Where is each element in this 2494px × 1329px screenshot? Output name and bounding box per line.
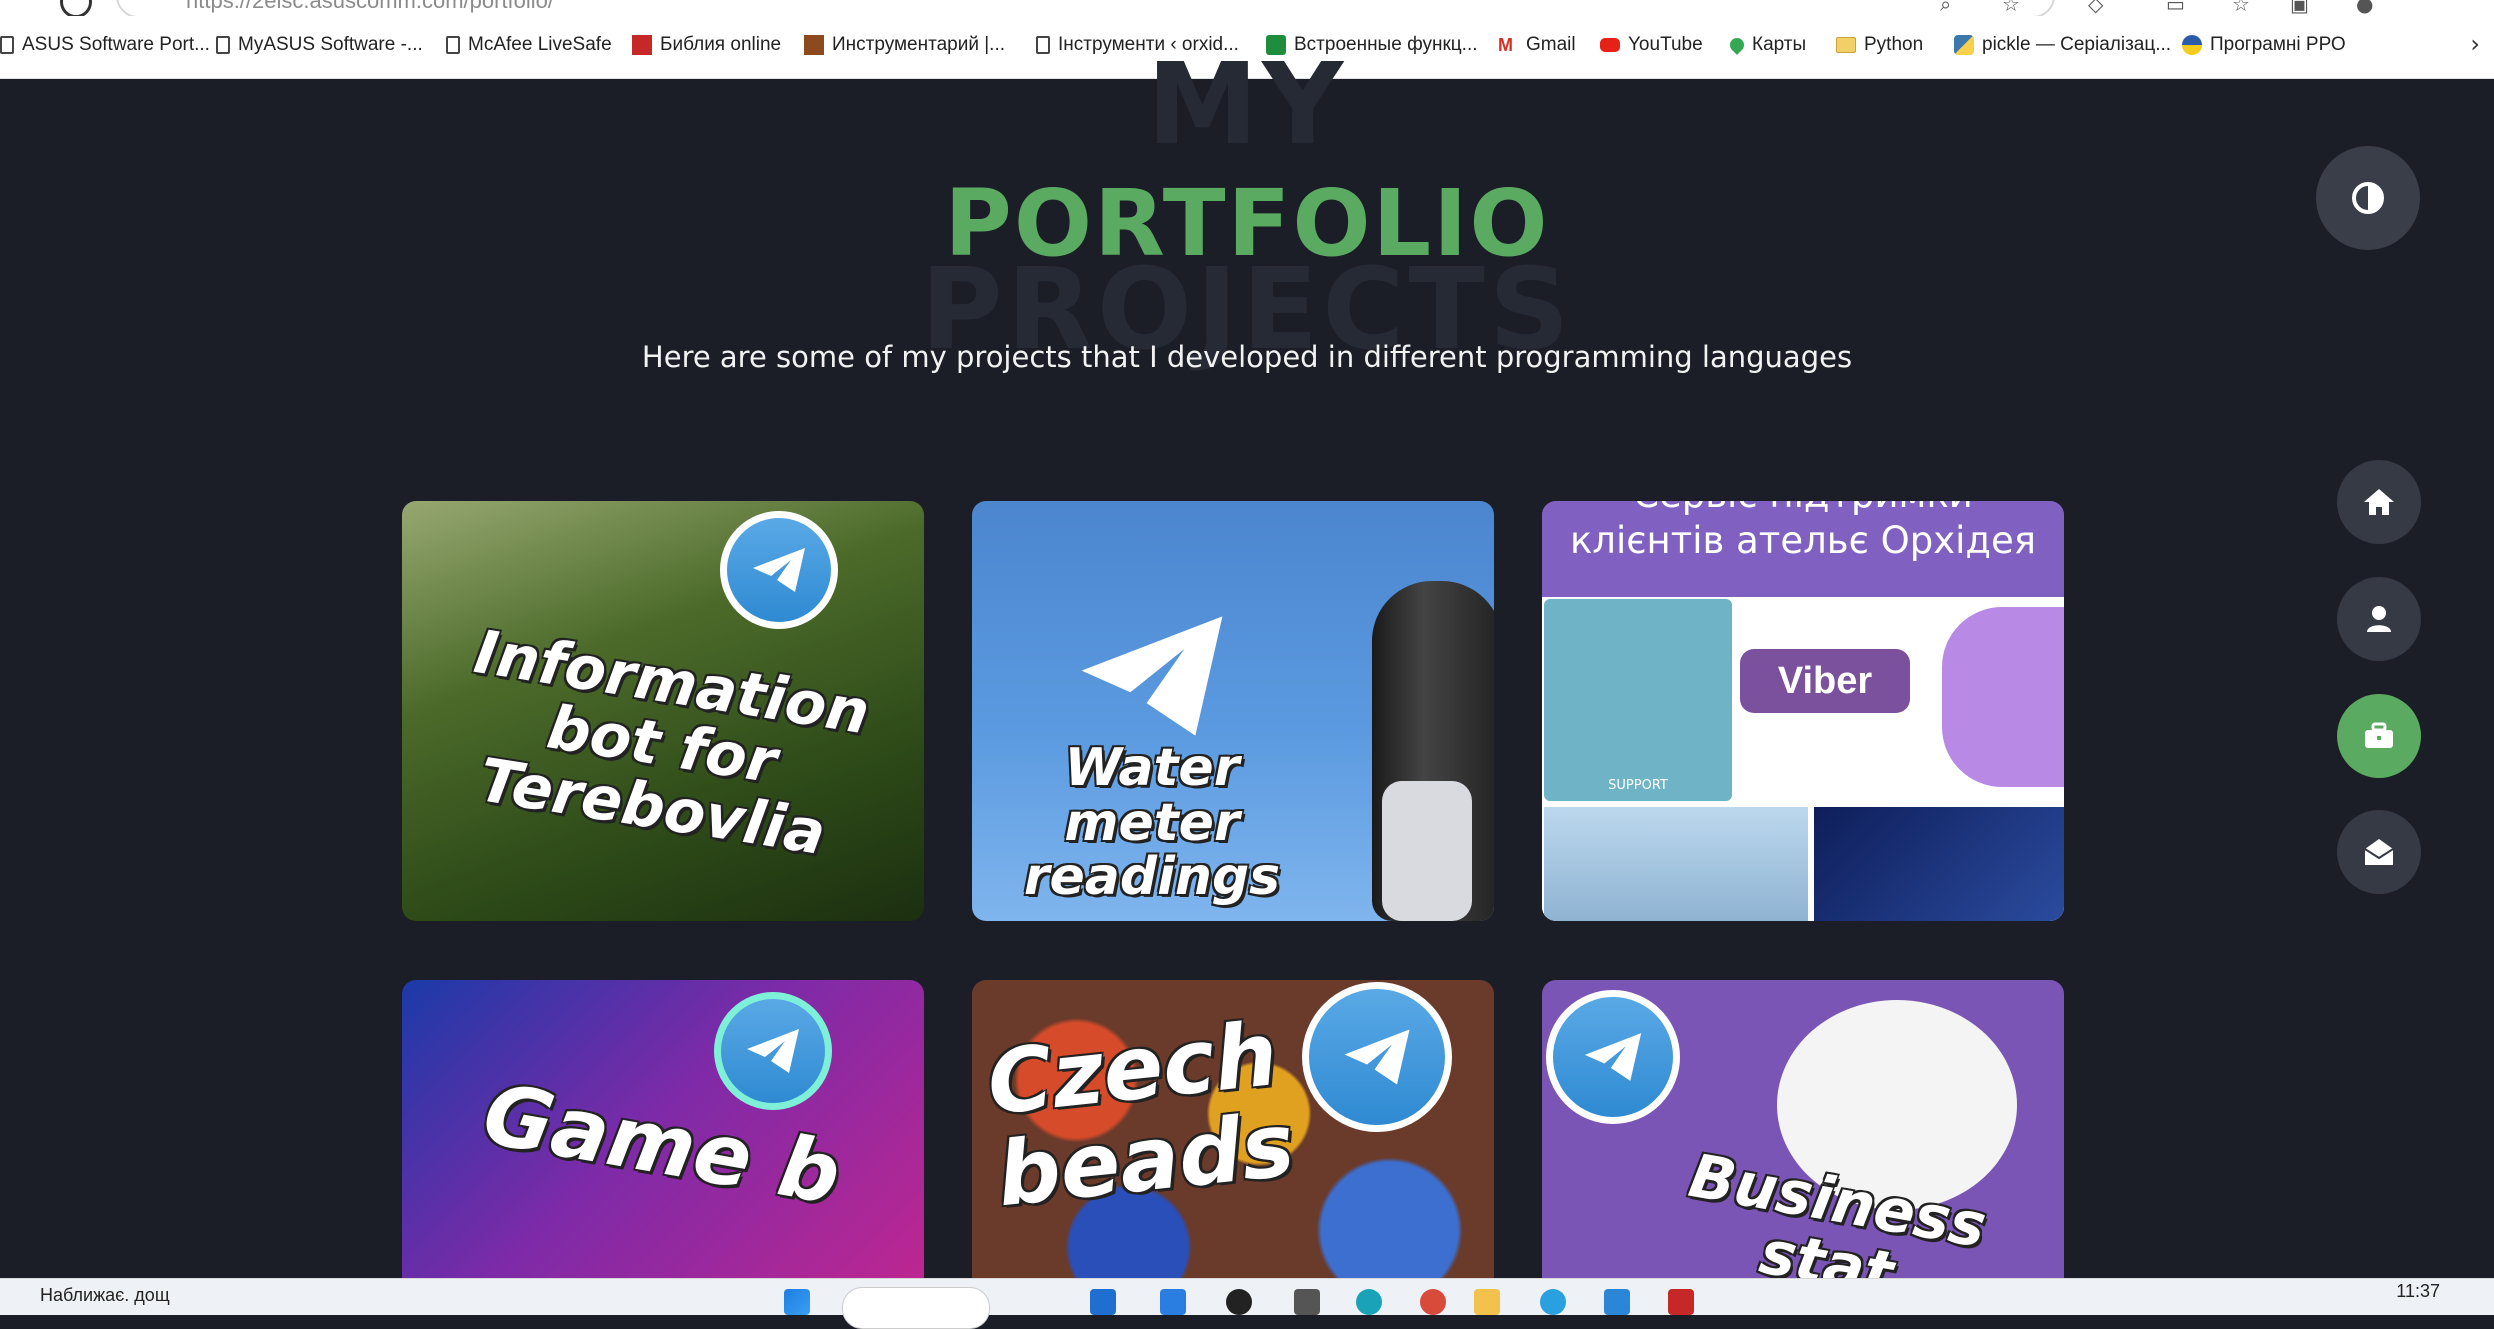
user-icon [2367, 606, 2391, 632]
taskbar-app-icon[interactable] [1090, 1289, 1116, 1315]
clock[interactable]: 11:37 [2396, 1281, 2440, 1302]
weather-widget[interactable]: Наближає. дощ [40, 1285, 170, 1306]
ai-face-image [1814, 807, 2064, 921]
project-card-terebovlia[interactable]: Information bot for Terebovlia [402, 501, 924, 921]
vscode-icon[interactable] [1604, 1289, 1630, 1315]
start-button[interactable] [784, 1289, 810, 1315]
project-title: Water meter readings [1023, 738, 1281, 908]
ghost-heading-top: MY [1146, 40, 1348, 170]
profile-icon[interactable]: ● [2356, 0, 2373, 16]
telegram-icon [720, 511, 838, 629]
nav-home-button[interactable] [2337, 460, 2421, 544]
edge-icon[interactable] [1356, 1289, 1382, 1315]
project-card-game-bot[interactable]: Game b [402, 980, 924, 1314]
taskbar-app-icon[interactable] [1294, 1289, 1320, 1315]
address-bar-area: https://2elsc.asuscomm.com/portfolio/ ⌕ … [0, 0, 2494, 18]
project-title: Czech beads [982, 1001, 1299, 1227]
folder-icon[interactable] [1474, 1289, 1500, 1315]
page-title: PORTFOLIO [944, 170, 1550, 277]
collections-icon[interactable]: ▣ [2290, 0, 2309, 16]
nav-contact-button[interactable] [2337, 810, 2421, 894]
cartoon-face-image [1942, 607, 2064, 787]
telegram-icon [1081, 616, 1223, 736]
telegram-icon [714, 992, 832, 1110]
project-card-czech-beads[interactable]: Czech beads [972, 980, 1494, 1314]
contrast-icon [2352, 182, 2384, 214]
favorites-icon[interactable]: ☆ [2232, 0, 2250, 16]
telegram-icon [1546, 990, 1680, 1124]
project-card-business-stats[interactable]: Business stat [1542, 980, 2064, 1314]
briefcase-icon [2365, 722, 2393, 748]
project-card-water-meter[interactable]: Water meter readings [972, 501, 1494, 921]
home-icon [2364, 489, 2394, 515]
taskbar-search[interactable] [842, 1287, 990, 1329]
telegram-icon[interactable] [1540, 1289, 1566, 1315]
project-card-orchid-support[interactable]: Сервіс підтримки клієнтів ательє Орхідея… [1542, 501, 2064, 921]
taskbar-app-icon[interactable] [1668, 1289, 1694, 1315]
project-title: Game b [476, 1064, 848, 1224]
nav-portfolio-button[interactable] [2337, 694, 2421, 778]
split-screen-icon[interactable]: ▭ [2166, 0, 2185, 16]
taskbar-app-icon[interactable] [1160, 1289, 1186, 1315]
envelope-open-icon [2364, 839, 2394, 865]
viber-logo: Viber [1740, 649, 1910, 713]
nav-about-button[interactable] [2337, 577, 2421, 661]
extensions-icon[interactable]: ◇ [2088, 0, 2103, 16]
star-icon[interactable]: ☆ [2002, 0, 2020, 16]
page-subtitle: Here are some of my projects that I deve… [641, 340, 1853, 374]
robot-image [1372, 581, 1494, 921]
project-title: Information bot for Terebovlia [469, 617, 875, 870]
project-banner: Сервіс підтримки клієнтів ательє Орхідея [1542, 501, 2064, 597]
theme-toggle-button[interactable] [2316, 146, 2420, 250]
zoom-icon[interactable]: ⌕ [1940, 0, 1951, 16]
robot-image [1544, 807, 1808, 921]
taskbar-app-icon[interactable] [1226, 1289, 1252, 1315]
address-text[interactable]: https://2elsc.asuscomm.com/portfolio/ [186, 0, 554, 14]
taskbar-app-icon[interactable] [1420, 1289, 1446, 1315]
taskbar: Наближає. дощ 11:37 [0, 1278, 2494, 1329]
project-collage: SUPPORT Viber [1542, 597, 2064, 921]
support-image: SUPPORT [1544, 599, 1732, 801]
